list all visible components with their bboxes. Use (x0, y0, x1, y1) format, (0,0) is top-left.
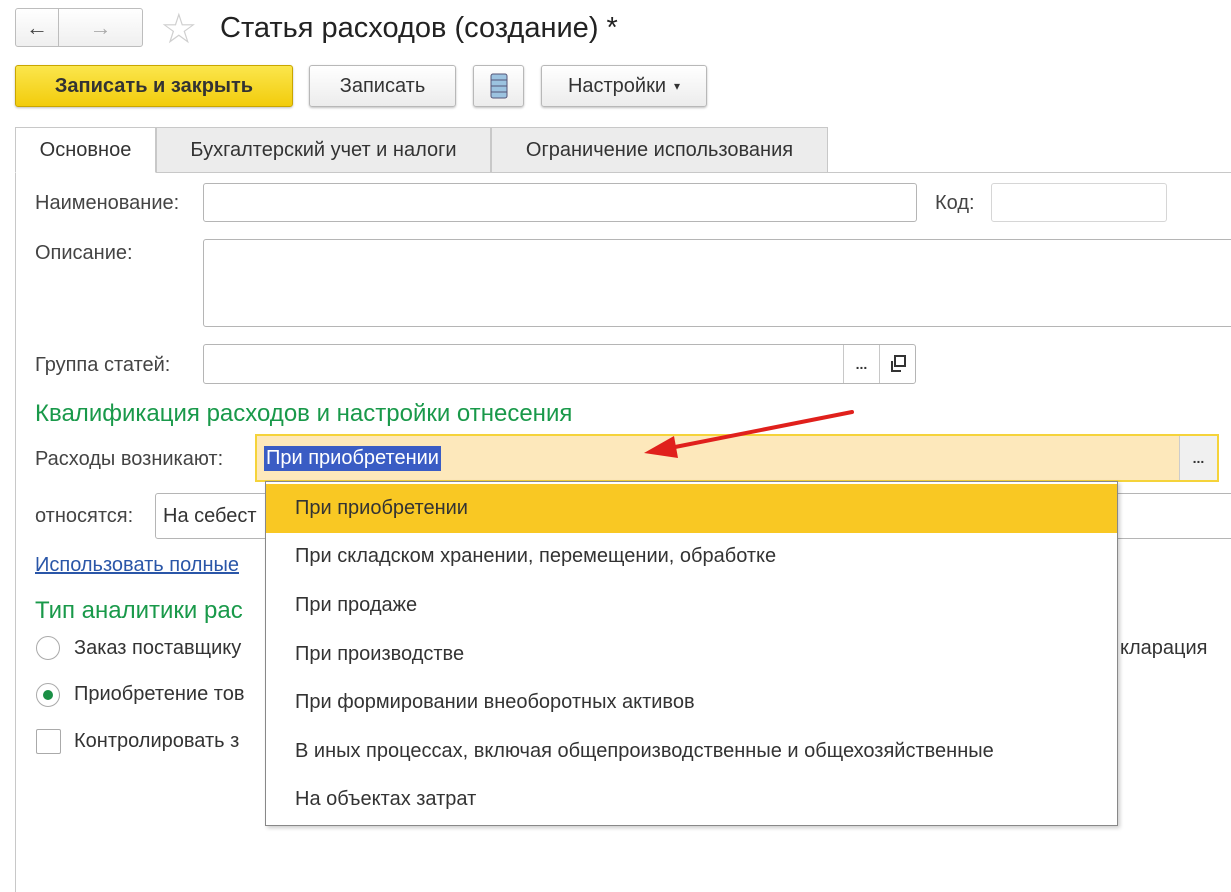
description-label: Описание: (35, 242, 133, 264)
radio-supplier-order-label: Заказ поставщику (74, 637, 242, 659)
list-icon (490, 73, 507, 99)
arise-label: Расходы возникают: (35, 448, 224, 470)
dropdown-item[interactable]: При приобретении (266, 484, 1117, 533)
name-input[interactable] (203, 183, 917, 222)
dropdown-item[interactable]: При формировании внеоборотных активов (266, 678, 1117, 727)
save-and-close-button[interactable]: Записать и закрыть (15, 65, 293, 107)
settings-label: Настройки (567, 74, 667, 97)
group-select-button[interactable]: ... (843, 345, 879, 383)
arise-value: При приобретении (264, 445, 441, 471)
declaration-fragment: кларация (1120, 637, 1208, 659)
dropdown-item[interactable]: При складском хранении, перемещении, обр… (266, 533, 1117, 582)
section-heading-qualification: Квалификация расходов и настройки отнесе… (35, 400, 573, 427)
tab-accounting[interactable]: Бухгалтерский учет и налоги (156, 127, 491, 173)
dropdown-item[interactable]: При продаже (266, 581, 1117, 630)
forward-button[interactable]: → (58, 8, 143, 47)
group-input[interactable]: ... (203, 344, 916, 384)
group-label: Группа статей: (35, 354, 171, 376)
red-arrow-annotation (644, 410, 854, 458)
save-button[interactable]: Записать (309, 65, 456, 107)
arise-dropdown[interactable]: При приобретении При складском хранении,… (265, 481, 1118, 826)
tab-main[interactable]: Основное (15, 127, 156, 173)
page-title: Статья расходов (создание) * (220, 12, 618, 44)
arrow-right-icon: → (89, 14, 112, 40)
name-label: Наименование: (35, 192, 180, 214)
open-icon[interactable] (879, 345, 915, 383)
dropdown-item[interactable]: На объектах затрат (266, 776, 1117, 825)
arise-select-button[interactable]: ... (1179, 436, 1217, 480)
relate-value: На себест (163, 504, 257, 527)
control-checkbox-label: Контролировать з (74, 730, 240, 752)
dropdown-item[interactable]: В иных процессах, включая общепроизводст… (266, 727, 1117, 776)
chevron-down-icon: ▾ (674, 79, 681, 93)
dropdown-item[interactable]: При производстве (266, 630, 1117, 679)
arrow-left-icon: ← (26, 14, 48, 40)
star-icon[interactable]: ☆ (160, 4, 198, 53)
settings-button[interactable]: Настройки ▾ (541, 65, 707, 107)
relate-label: относятся: (35, 505, 134, 527)
radio-supplier-order[interactable] (36, 636, 60, 660)
description-textarea[interactable] (203, 239, 1231, 327)
radio-purchase-label: Приобретение тов (74, 683, 245, 705)
radio-purchase[interactable] (36, 683, 60, 707)
use-full-link[interactable]: Использовать полные (35, 554, 239, 577)
code-label: Код: (935, 192, 975, 214)
code-input[interactable] (991, 183, 1167, 222)
section-heading-analytics: Тип аналитики рас (35, 597, 243, 624)
tab-restrictions[interactable]: Ограничение использования (491, 127, 828, 173)
back-button[interactable]: ← (15, 8, 59, 47)
control-checkbox[interactable] (36, 729, 61, 754)
document-list-button[interactable] (473, 65, 524, 107)
